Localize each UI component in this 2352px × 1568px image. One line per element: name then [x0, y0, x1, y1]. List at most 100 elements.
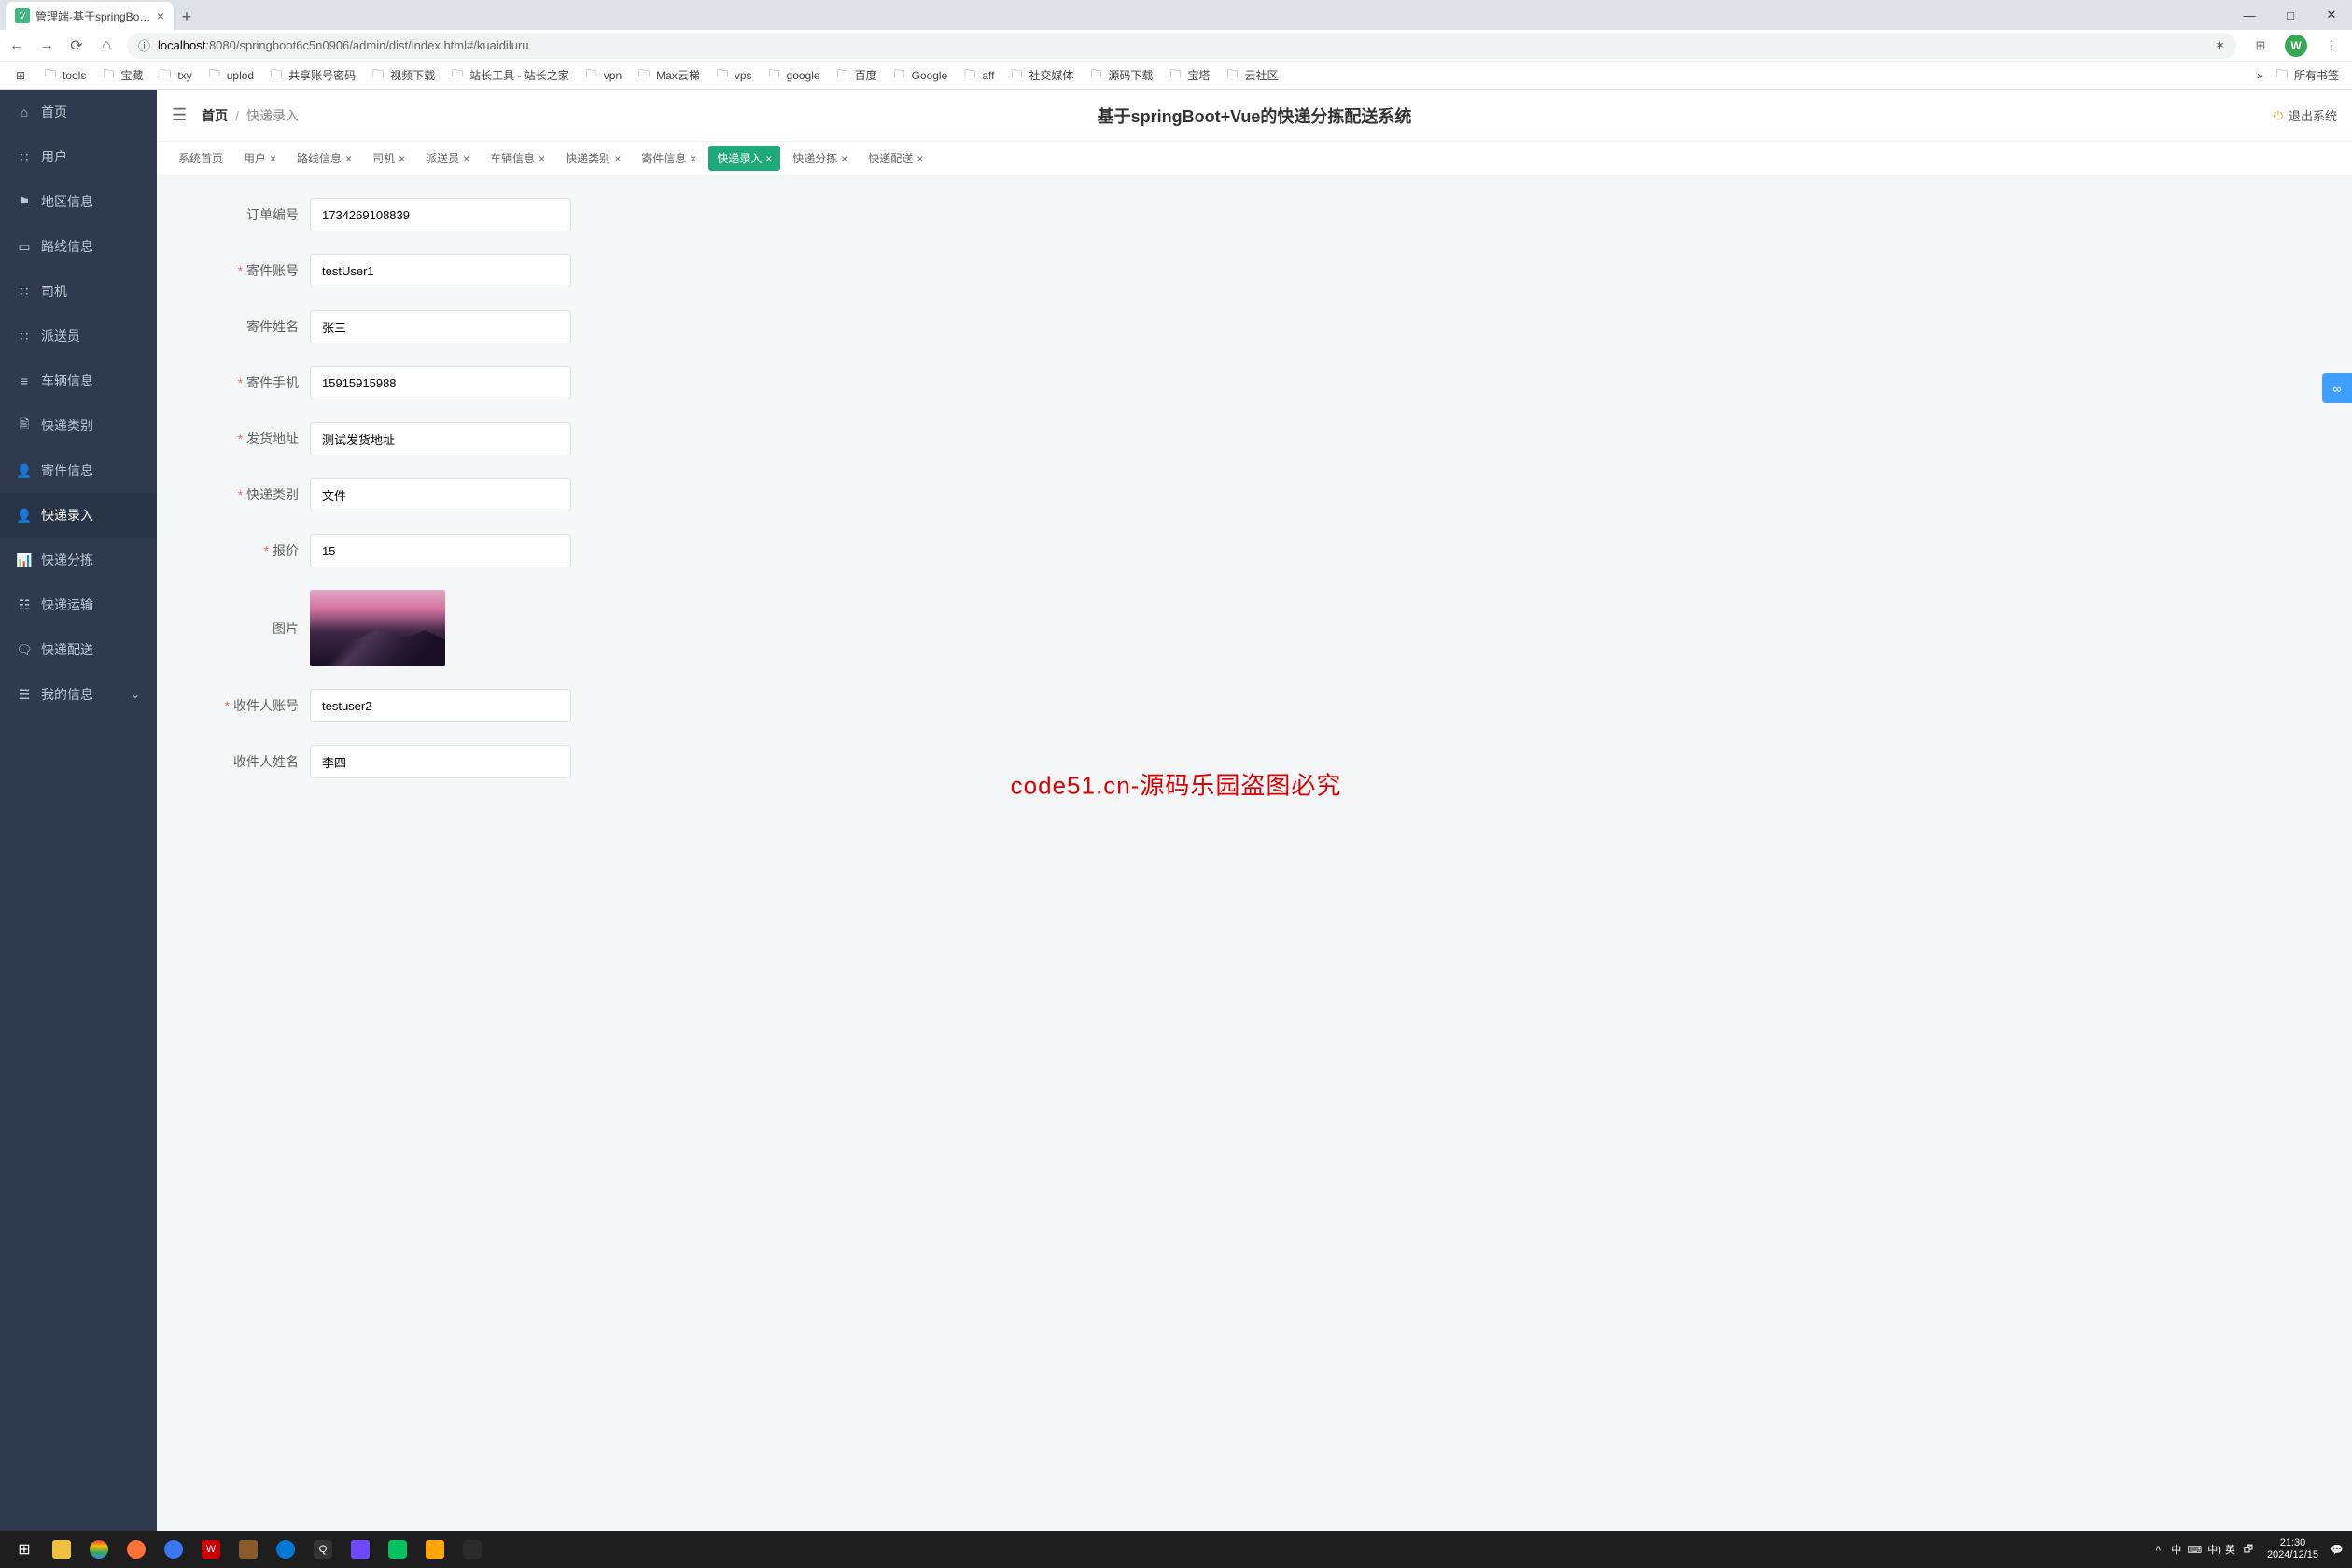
close-button[interactable]: ✕: [2311, 0, 2352, 30]
all-bookmarks[interactable]: 🗀所有书签: [2269, 63, 2345, 87]
nav-tab[interactable]: 车辆信息×: [482, 146, 553, 171]
apps-icon[interactable]: ⊞: [7, 64, 34, 87]
tray-chevron-icon[interactable]: ˄: [2149, 1540, 2167, 1559]
bookmark-item[interactable]: 🗀云社区: [1219, 63, 1283, 87]
order_no-input[interactable]: [310, 198, 571, 231]
image-preview[interactable]: [310, 590, 445, 666]
taskbar-app[interactable]: [416, 1531, 454, 1568]
home-button[interactable]: ⌂: [97, 36, 116, 55]
bookmark-item[interactable]: 🗀Max云梯: [631, 63, 706, 87]
tab-close-icon[interactable]: ×: [539, 152, 545, 165]
bookmark-item[interactable]: 🗀社交媒体: [1003, 63, 1079, 87]
reload-button[interactable]: ⟳: [67, 36, 86, 55]
notifications-icon[interactable]: 💬: [2328, 1540, 2346, 1559]
sender_name-input[interactable]: [310, 310, 571, 343]
ime-mode[interactable]: 中): [2207, 1542, 2221, 1557]
sidebar-item[interactable]: ☰我的信息⌄: [0, 672, 157, 717]
nav-tab[interactable]: 路线信息×: [288, 146, 360, 171]
nav-tab[interactable]: 快递分拣×: [784, 146, 856, 171]
chevron-right-icon[interactable]: »: [2257, 69, 2263, 82]
ime-locale[interactable]: 中: [2171, 1542, 2181, 1557]
collapse-icon[interactable]: ☰: [172, 105, 187, 125]
recv_name-input[interactable]: [310, 745, 571, 778]
taskbar-app[interactable]: [118, 1531, 155, 1568]
taskbar-app[interactable]: W: [192, 1531, 230, 1568]
sidebar-item[interactable]: ∷司机: [0, 269, 157, 314]
sidebar-item[interactable]: ∷派送员: [0, 314, 157, 358]
tab-close-icon[interactable]: ×: [399, 152, 405, 165]
logout-button[interactable]: ⏻ 退出系统: [2274, 106, 2337, 124]
sidebar-item[interactable]: 👤寄件信息: [0, 448, 157, 493]
maximize-button[interactable]: □: [2270, 0, 2311, 30]
category-input[interactable]: [310, 478, 571, 511]
taskbar-app[interactable]: Q: [304, 1531, 342, 1568]
tab-close-icon[interactable]: ×: [690, 152, 696, 165]
taskbar-app[interactable]: [230, 1531, 267, 1568]
bookmark-item[interactable]: 🗀共享账号密码: [263, 63, 361, 87]
sidebar-item[interactable]: 🗨快递配送: [0, 627, 157, 672]
tab-close-icon[interactable]: ×: [157, 8, 164, 23]
sidebar-item[interactable]: ≡车辆信息: [0, 358, 157, 403]
tab-close-icon[interactable]: ×: [765, 152, 772, 165]
ime-keyboard-icon[interactable]: ⌨: [2185, 1540, 2204, 1559]
bookmark-item[interactable]: 🗀google: [762, 63, 826, 87]
bookmark-item[interactable]: 🗀宝藏: [95, 63, 148, 87]
profile-avatar[interactable]: W: [2285, 35, 2307, 57]
bookmark-item[interactable]: 🗀aff: [957, 63, 1000, 87]
translate-icon[interactable]: ✶: [2215, 38, 2225, 53]
taskbar-app[interactable]: [155, 1531, 192, 1568]
minimize-button[interactable]: —: [2229, 0, 2270, 30]
bookmark-item[interactable]: 🗀txy: [152, 63, 197, 87]
bookmark-item[interactable]: 🗀站长工具 - 站长之家: [444, 63, 575, 87]
new-tab-button[interactable]: +: [174, 4, 200, 30]
clock[interactable]: 21:30 2024/12/15: [2261, 1537, 2324, 1561]
sender_account-input[interactable]: [310, 254, 571, 287]
nav-tab[interactable]: 快递类别×: [557, 146, 629, 171]
bookmark-item[interactable]: 🗀源码下载: [1083, 63, 1158, 87]
bookmark-item[interactable]: 🗀uplod: [202, 63, 259, 87]
tab-close-icon[interactable]: ×: [614, 152, 621, 165]
nav-tab[interactable]: 司机×: [364, 146, 413, 171]
extensions-icon[interactable]: ⊞: [2247, 33, 2274, 59]
sidebar-item[interactable]: 🖹快递类别: [0, 403, 157, 448]
nav-tab[interactable]: 派送员×: [417, 146, 478, 171]
nav-tab[interactable]: 寄件信息×: [633, 146, 705, 171]
site-info-icon[interactable]: ⓘ: [138, 36, 150, 54]
browser-tab[interactable]: V 管理端-基于springBoot+Vue的... ×: [6, 2, 174, 30]
battery-icon[interactable]: 🗗: [2239, 1540, 2258, 1559]
nav-tab[interactable]: 快递录入×: [708, 146, 780, 171]
nav-tab[interactable]: 用户×: [235, 146, 285, 171]
nav-tab[interactable]: 系统首页: [170, 146, 231, 171]
tab-close-icon[interactable]: ×: [270, 152, 276, 165]
bookmark-item[interactable]: 🗀宝塔: [1162, 63, 1215, 87]
sidebar-item[interactable]: ▭路线信息: [0, 224, 157, 269]
taskbar-app[interactable]: [379, 1531, 416, 1568]
ship_addr-input[interactable]: [310, 422, 571, 455]
start-button[interactable]: ⊞: [6, 1531, 43, 1568]
address-bar[interactable]: ⓘ localhost:8080/springboot6c5n0906/admi…: [127, 33, 2236, 59]
breadcrumb-home[interactable]: 首页: [202, 106, 228, 125]
ime-lang[interactable]: 英: [2225, 1542, 2235, 1557]
sidebar-item[interactable]: ⚑地区信息: [0, 179, 157, 224]
taskbar-app[interactable]: [342, 1531, 379, 1568]
tab-close-icon[interactable]: ×: [345, 152, 352, 165]
sender_phone-input[interactable]: [310, 366, 571, 399]
sidebar-item[interactable]: 👤快递录入: [0, 493, 157, 538]
bookmark-item[interactable]: 🗀vps: [709, 63, 758, 87]
bookmark-item[interactable]: 🗀vpn: [579, 63, 627, 87]
price-input[interactable]: [310, 534, 571, 567]
bookmark-item[interactable]: 🗀tools: [37, 63, 91, 87]
taskbar-app[interactable]: [43, 1531, 80, 1568]
sidebar-item[interactable]: ☷快递运输: [0, 582, 157, 627]
sidebar-item[interactable]: 📊快递分拣: [0, 538, 157, 582]
nav-tab[interactable]: 快递配送×: [860, 146, 931, 171]
taskbar-app[interactable]: [454, 1531, 491, 1568]
bookmark-item[interactable]: 🗀百度: [830, 63, 883, 87]
taskbar-app[interactable]: [80, 1531, 118, 1568]
bookmark-item[interactable]: 🗀视频下载: [365, 63, 441, 87]
tab-close-icon[interactable]: ×: [917, 152, 923, 165]
float-action-button[interactable]: ∞: [2322, 373, 2352, 403]
back-button[interactable]: ←: [7, 36, 26, 55]
tab-close-icon[interactable]: ×: [463, 152, 469, 165]
sidebar-item[interactable]: ⌂首页: [0, 90, 157, 134]
